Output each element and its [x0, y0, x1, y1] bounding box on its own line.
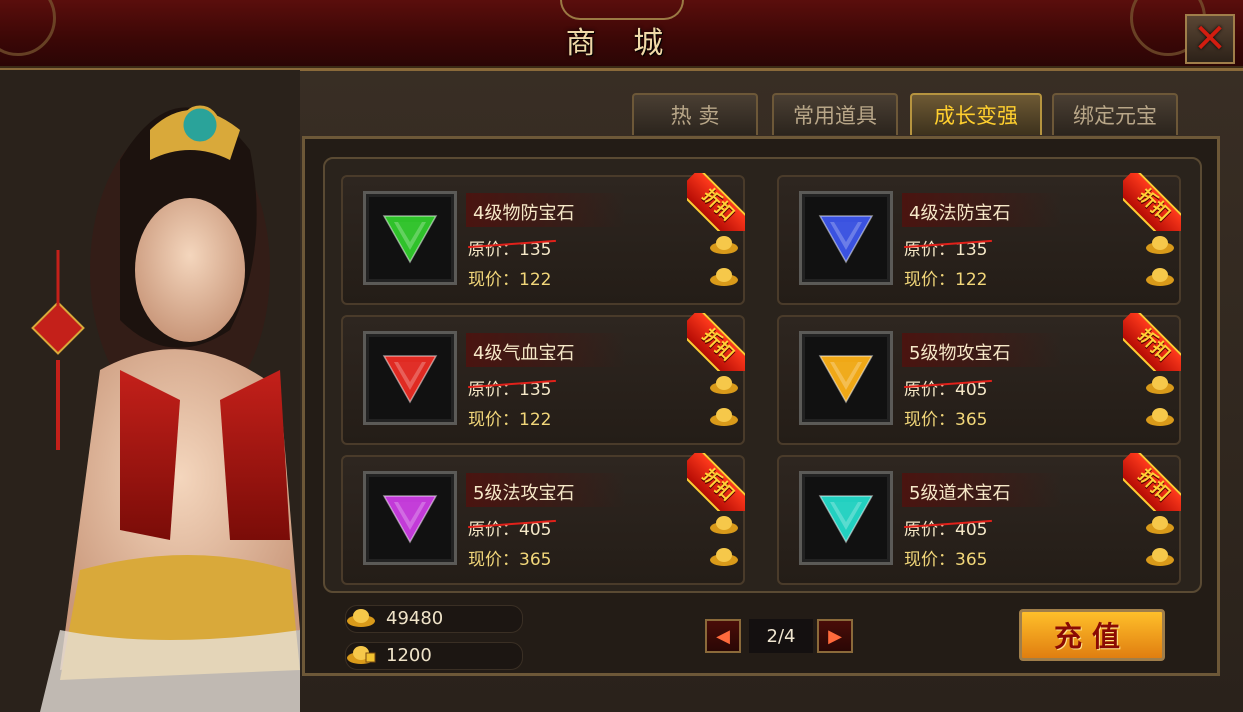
current-price: 现价：122	[468, 265, 551, 290]
tab-label: 常用道具	[793, 104, 877, 128]
tab-hot-sale[interactable]: 热 卖	[632, 93, 758, 135]
original-price: 原价：135	[468, 235, 551, 260]
character-portrait	[0, 70, 300, 712]
current-price-label: 现价：	[468, 410, 519, 430]
window-title: 商 城	[565, 26, 678, 61]
bound-gold-balance: 1200	[345, 642, 523, 670]
current-price: 现价：122	[468, 405, 551, 430]
gold-ingot-icon	[1146, 548, 1174, 566]
shop-item[interactable]: 4级气血宝石原价：135 现价：122 折扣	[341, 313, 745, 445]
page-indicator: 2/4	[749, 619, 813, 653]
item-name: 4级法防宝石	[909, 203, 1011, 224]
gold-ingot-icon	[1146, 268, 1174, 286]
cyan-gem-icon	[818, 495, 874, 544]
current-price-label: 现价：	[468, 270, 519, 290]
discount-badge: 折扣	[1123, 453, 1181, 511]
current-price-value: 122	[519, 410, 552, 430]
tab-label: 热 卖	[670, 104, 720, 128]
gold-balance: 49480	[345, 605, 523, 633]
current-price-label: 现价：	[904, 410, 955, 430]
tab-label: 成长变强	[934, 104, 1018, 128]
orange-gem-icon	[818, 355, 874, 404]
current-price-value: 365	[955, 410, 988, 430]
shop-item[interactable]: 5级物攻宝石原价：405 现价：365 折扣	[777, 313, 1181, 445]
item-icon-frame[interactable]	[363, 471, 457, 565]
gold-ingot-icon	[1146, 516, 1174, 534]
bound-gold-amount: 1200	[386, 645, 432, 666]
item-name: 4级物防宝石	[473, 203, 575, 224]
tab-common-items[interactable]: 常用道具	[772, 93, 898, 135]
current-price: 现价：365	[468, 545, 551, 570]
shop-item[interactable]: 5级法攻宝石原价：405 现价：365 折扣	[341, 453, 745, 585]
current-price-value: 122	[955, 270, 988, 290]
original-price: 原价：405	[904, 515, 987, 540]
purple-gem-icon	[382, 495, 438, 544]
item-icon-frame[interactable]	[799, 471, 893, 565]
current-price-label: 现价：	[468, 550, 519, 570]
original-price: 原价：135	[468, 375, 551, 400]
gold-ingot-icon	[1146, 376, 1174, 394]
recharge-label: 充值	[1053, 620, 1130, 653]
original-price: 原价：135	[904, 235, 987, 260]
item-icon-frame[interactable]	[363, 331, 457, 425]
gold-ingot-icon	[710, 376, 738, 394]
original-price: 原价：405	[904, 375, 987, 400]
red-gem-icon	[382, 355, 438, 404]
pagination: ◀ 2/4 ▶	[705, 619, 857, 653]
item-name: 4级气血宝石	[473, 343, 575, 364]
discount-badge: 折扣	[1123, 173, 1181, 231]
current-price: 现价：365	[904, 545, 987, 570]
gold-ingot-icon	[710, 548, 738, 566]
close-icon: ✕	[1193, 16, 1227, 62]
item-name: 5级物攻宝石	[909, 343, 1011, 364]
item-grid: 4级物防宝石 原价：135 现价：122 折扣 4级法防宝石 原价：135 现价：122 折扣…	[323, 157, 1202, 593]
discount-badge: 折扣	[687, 453, 745, 511]
arrow-left-icon: ◀	[716, 625, 730, 647]
shop-panel: 4级物防宝石 原价：135 现价：122 折扣 4级法防宝石 原价：135 现价：122 折扣…	[302, 136, 1220, 676]
tab-label: 绑定元宝	[1073, 104, 1157, 128]
item-icon-frame[interactable]	[799, 331, 893, 425]
title-bar: 商 城 ✕	[0, 0, 1243, 71]
current-price-value: 122	[519, 270, 552, 290]
current-price: 现价：365	[904, 405, 987, 430]
arrow-right-icon: ▶	[828, 625, 842, 647]
current-price: 现价：122	[904, 265, 987, 290]
title-ornament	[560, 0, 684, 20]
shop-item[interactable]: 5级道术宝石原价：405 现价：365 折扣	[777, 453, 1181, 585]
current-price-value: 365	[519, 550, 552, 570]
green-gem-icon	[382, 215, 438, 264]
gold-ingot-icon	[710, 268, 738, 286]
shop-item[interactable]: 4级物防宝石原价：135 现价：122 折扣	[341, 173, 745, 305]
next-page-button[interactable]: ▶	[817, 619, 853, 653]
close-button[interactable]: ✕	[1185, 14, 1235, 64]
gold-ingot-icon	[1146, 408, 1174, 426]
discount-badge: 折扣	[687, 313, 745, 371]
gold-amount: 49480	[386, 608, 444, 629]
discount-badge: 折扣	[1123, 313, 1181, 371]
original-price: 原价：405	[468, 515, 551, 540]
bound-gold-ingot-icon	[347, 646, 376, 664]
gold-ingot-icon	[347, 609, 375, 627]
gold-ingot-icon	[710, 408, 738, 426]
recharge-button[interactable]: 充值	[1019, 609, 1165, 661]
gold-ingot-icon	[1146, 236, 1174, 254]
item-icon-frame[interactable]	[363, 191, 457, 285]
current-price-label: 现价：	[904, 550, 955, 570]
current-price-label: 现价：	[904, 270, 955, 290]
item-name: 5级道术宝石	[909, 483, 1011, 504]
tab-bound-gold[interactable]: 绑定元宝	[1052, 93, 1178, 135]
tab-growth[interactable]: 成长变强	[910, 93, 1042, 135]
shop-item[interactable]: 4级法防宝石原价：135 现价：122 折扣	[777, 173, 1181, 305]
prev-page-button[interactable]: ◀	[705, 619, 741, 653]
shop-window: 商 城 ✕ 热 卖 常用道具 成长变强 绑定元宝 4级物防宝石 原价：135 现…	[0, 0, 1243, 712]
blue-gem-icon	[818, 215, 874, 264]
current-price-value: 365	[955, 550, 988, 570]
gold-ingot-icon	[710, 516, 738, 534]
gold-ingot-icon	[710, 236, 738, 254]
discount-badge: 折扣	[687, 173, 745, 231]
item-name: 5级法攻宝石	[473, 483, 575, 504]
item-icon-frame[interactable]	[799, 191, 893, 285]
